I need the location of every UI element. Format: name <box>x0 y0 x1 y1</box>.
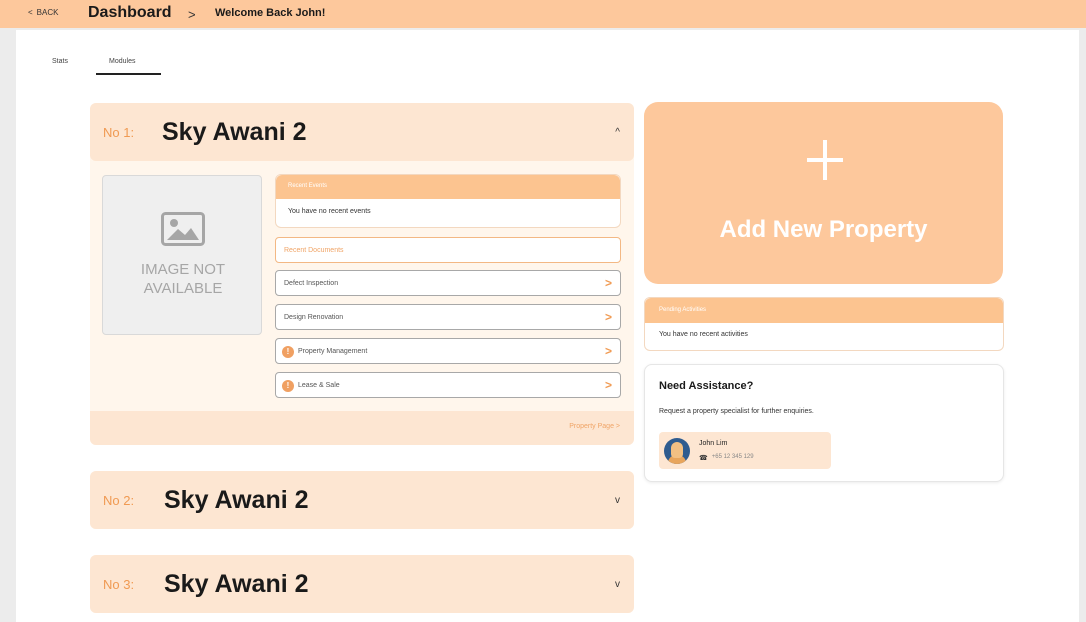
avatar <box>664 438 690 464</box>
contact-card[interactable]: John Lim ☎ +65 12 345 129 <box>659 432 831 469</box>
contact-phone: ☎ +65 12 345 129 <box>699 454 754 462</box>
phone-icon: ☎ <box>699 455 708 462</box>
property-card-header[interactable]: No 1: Sky Awani 2 ^ <box>90 103 634 161</box>
pending-activities-text: You have no recent activities <box>659 331 748 338</box>
back-label: BACK <box>36 8 59 17</box>
recent-events-title: Recent Events <box>288 183 328 189</box>
active-tab-indicator <box>96 73 161 75</box>
assistance-description: Request a property specialist for furthe… <box>659 408 814 415</box>
module-defect-inspection[interactable]: Defect Inspection > <box>275 270 621 296</box>
back-button[interactable]: < BACK <box>28 8 58 17</box>
property-number: No 1: <box>103 124 135 140</box>
tab-stats[interactable]: Stats <box>52 58 68 65</box>
property-card-footer: Property Page > <box>90 411 634 445</box>
contact-name: John Lim <box>699 440 728 447</box>
module-label: Design Renovation <box>284 314 344 321</box>
breadcrumb-separator: > <box>188 7 196 22</box>
chevron-left-icon: < <box>28 8 33 17</box>
chevron-right-icon: > <box>604 344 612 358</box>
property-number: No 2: <box>103 492 135 508</box>
module-design-renovation[interactable]: Design Renovation > <box>275 304 621 330</box>
image-not-line: IMAGE NOT <box>140 261 226 278</box>
add-new-property-button[interactable]: Add New Property <box>644 102 1003 284</box>
plus-icon <box>807 140 843 180</box>
avatar-face <box>671 442 683 458</box>
property-image-placeholder: IMAGE NOT AVAILABLE <box>102 175 262 335</box>
module-label: Property Management <box>298 348 368 355</box>
alert-icon: ! <box>282 380 294 392</box>
chevron-right-icon: > <box>604 276 612 290</box>
property-card-3: No 3: Sky Awani 2 v <box>90 555 634 613</box>
property-card-1: No 1: Sky Awani 2 ^ IMAGE NOT AVAILABLE … <box>90 103 634 445</box>
alert-icon: ! <box>282 346 294 358</box>
property-name: Sky Awani 2 <box>164 485 309 514</box>
property-name: Sky Awani 2 <box>164 569 309 598</box>
page-title[interactable]: Dashboard <box>88 4 172 22</box>
chevron-right-icon: > <box>604 378 612 392</box>
property-card-2: No 2: Sky Awani 2 v <box>90 471 634 529</box>
image-not-available-text: IMAGE NOT AVAILABLE <box>103 260 263 298</box>
chevron-down-icon[interactable]: v <box>615 495 620 506</box>
recent-events-box: Recent Events You have no recent events <box>275 174 621 228</box>
tab-modules[interactable]: Modules <box>109 58 135 65</box>
recent-events-text: You have no recent events <box>288 208 371 215</box>
property-card-header[interactable]: No 3: Sky Awani 2 v <box>90 555 634 613</box>
pending-activities-box: Pending Activities You have no recent ac… <box>644 297 1004 351</box>
chevron-right-icon: > <box>604 310 612 324</box>
chevron-up-icon[interactable]: ^ <box>615 127 620 138</box>
top-bar: < BACK Dashboard > Welcome Back John! <box>0 0 1086 28</box>
module-label: Lease & Sale <box>298 382 340 389</box>
assistance-card: Need Assistance? Request a property spec… <box>644 364 1004 482</box>
module-label: Defect Inspection <box>284 280 339 287</box>
welcome-message: Welcome Back John! <box>215 7 326 19</box>
property-card-header[interactable]: No 2: Sky Awani 2 v <box>90 471 634 529</box>
pending-activities-header: Pending Activities <box>645 298 1003 323</box>
add-new-property-label: Add New Property <box>719 216 928 243</box>
available-line: AVAILABLE <box>143 280 223 297</box>
chevron-down-icon[interactable]: v <box>615 579 620 590</box>
image-icon <box>161 212 205 246</box>
recent-documents-button[interactable]: Recent Documents <box>275 237 621 263</box>
recent-events-header: Recent Events <box>276 175 620 199</box>
contact-phone-number: +65 12 345 129 <box>711 454 754 460</box>
property-name: Sky Awani 2 <box>162 117 307 146</box>
module-lease-sale[interactable]: ! Lease & Sale > <box>275 372 621 398</box>
property-page-link[interactable]: Property Page > <box>569 423 620 430</box>
recent-documents-label: Recent Documents <box>284 247 344 254</box>
property-number: No 3: <box>103 576 135 592</box>
pending-activities-title: Pending Activities <box>659 307 707 313</box>
assistance-title: Need Assistance? <box>659 380 754 392</box>
module-property-management[interactable]: ! Property Management > <box>275 338 621 364</box>
